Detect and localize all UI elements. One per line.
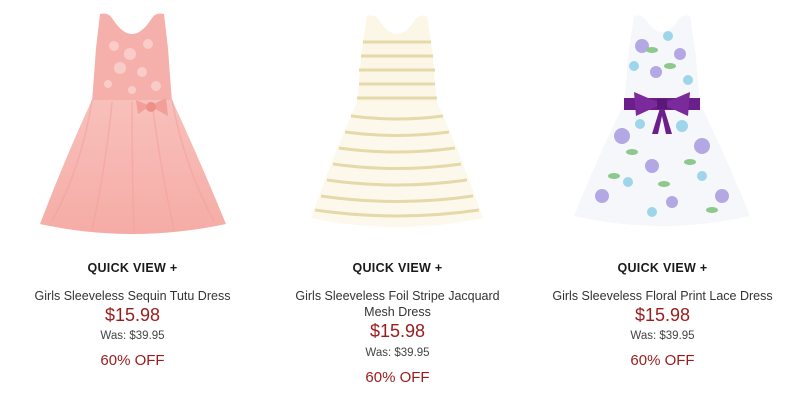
product-image[interactable] [552, 6, 772, 238]
product-image[interactable] [287, 6, 507, 238]
discount-label: 60% OFF [630, 352, 695, 369]
product-name[interactable]: Girls Sleeveless Floral Print Lace Dress [550, 288, 775, 304]
original-price: Was: $39.95 [100, 330, 165, 342]
discount-label: 60% OFF [365, 369, 430, 386]
original-price: Was: $39.95 [365, 347, 430, 359]
quick-view-button[interactable]: QUICK VIEW + [530, 261, 795, 275]
product-card: QUICK VIEW + Girls Sleeveless Floral Pri… [530, 0, 795, 408]
quick-view-button[interactable]: QUICK VIEW + [0, 261, 265, 275]
quick-view-button[interactable]: QUICK VIEW + [265, 261, 530, 275]
sale-price: $15.98 [634, 305, 691, 325]
discount-label: 60% OFF [100, 352, 165, 369]
original-price: Was: $39.95 [630, 330, 695, 342]
sale-price: $15.98 [369, 321, 426, 341]
product-card: QUICK VIEW + Girls Sleeveless Foil Strip… [265, 0, 530, 408]
product-name[interactable]: Girls Sleeveless Sequin Tutu Dress [20, 288, 245, 304]
sale-price: $15.98 [104, 305, 161, 325]
product-image[interactable] [22, 6, 242, 238]
product-name[interactable]: Girls Sleeveless Foil Stripe Jacquard Me… [285, 288, 510, 320]
product-card: QUICK VIEW + Girls Sleeveless Sequin Tut… [0, 0, 265, 408]
product-grid: QUICK VIEW + Girls Sleeveless Sequin Tut… [0, 0, 795, 408]
